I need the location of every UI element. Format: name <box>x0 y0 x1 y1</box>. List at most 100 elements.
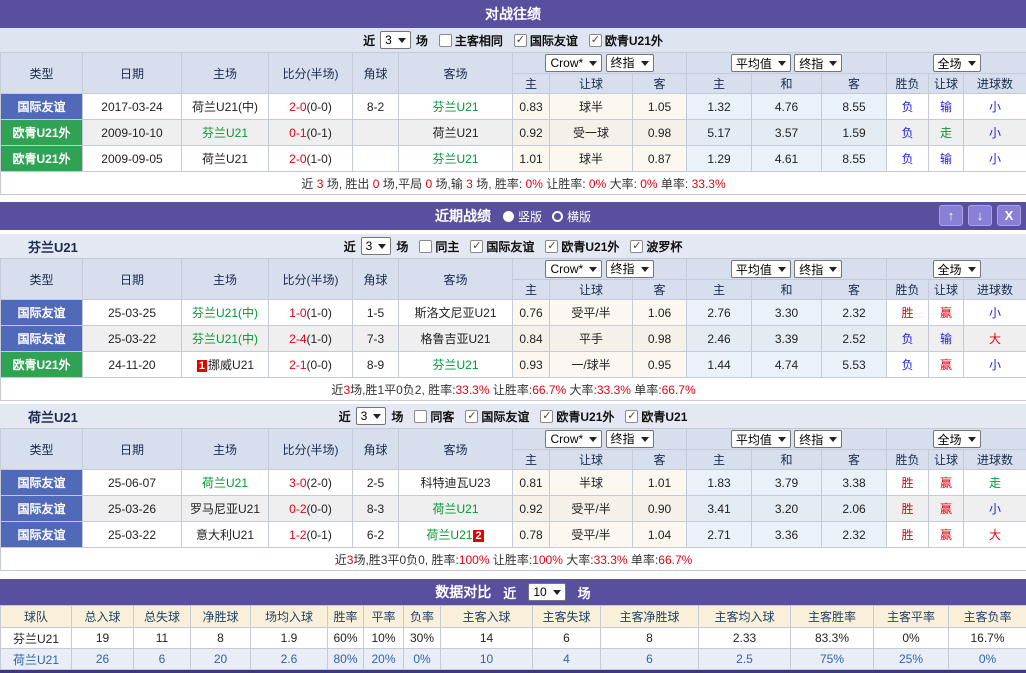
comparison-value-cell-2: 8 <box>191 628 251 649</box>
team1-filter-games-select[interactable]: 3 <box>356 407 387 425</box>
check-icon: ✓ <box>516 35 525 46</box>
team1-filter-checkbox-1-label: 国际友谊 <box>481 408 529 425</box>
h2h-filter-checkbox-0[interactable]: 主客相同 <box>439 32 503 49</box>
odds-away-cell: 1.05 <box>633 94 687 120</box>
away-team-name: 芬兰U21 <box>432 152 478 166</box>
team1-scope-select[interactable]: 全场 <box>933 430 981 448</box>
arrow-down-icon[interactable]: ↓ <box>968 205 992 226</box>
league-cell: 欧青U21外 <box>1 146 83 172</box>
halftime-score: (2-0) <box>307 476 332 490</box>
comparison-value-cell-9: 8 <box>601 628 699 649</box>
team0-filter-checkbox-0-box[interactable] <box>419 240 432 253</box>
h2h-filter-games-select[interactable]: 3 <box>380 31 411 49</box>
team0-header-group-row: 类型日期主场比分(半场)角球客场Crow* 终指平均值 终指全场 <box>1 259 1026 280</box>
summary-segment: 让胜率: <box>490 383 533 397</box>
team0-sub-header-7: 让球 <box>929 280 964 300</box>
comparison-games-select[interactable]: 10 <box>528 583 565 601</box>
league-cell: 国际友谊 <box>1 470 83 496</box>
team0-scope-select[interactable]: 全场 <box>933 260 981 278</box>
layout-radio-1[interactable]: 横版 <box>552 208 591 225</box>
h2h-filter-checkbox-0-box[interactable] <box>439 34 452 47</box>
fulltime-score: 2-0 <box>289 100 306 114</box>
comparison-value-cell-0: 19 <box>72 628 134 649</box>
team1-final-odds-select[interactable]: 终指 <box>606 430 654 448</box>
result-wdl-cell: 胜 <box>887 300 929 326</box>
rank-badge: 2 <box>473 530 483 542</box>
h2h-final-average-select[interactable]: 终指 <box>794 54 842 72</box>
window-buttons: ↑↓X <box>939 205 1021 226</box>
halftime-score: (0-1) <box>307 528 332 542</box>
team1-filter-checkbox-1[interactable]: ✓国际友谊 <box>465 408 529 425</box>
home-team-name: 芬兰U21(中) <box>192 332 258 346</box>
team1-average-select[interactable]: 平均值 <box>731 430 791 448</box>
close-icon[interactable]: X <box>997 205 1021 226</box>
corner-cell: 6-2 <box>353 522 399 548</box>
result-wdl-cell: 胜 <box>887 470 929 496</box>
h2h-scope-select[interactable]: 全场 <box>933 54 981 72</box>
result-value: 负 <box>902 152 914 166</box>
team0-final-odds-select[interactable]: 终指 <box>606 260 654 278</box>
h2h-average-select-value: 平均值 <box>736 55 772 72</box>
team0-average-select[interactable]: 平均值 <box>731 260 791 278</box>
h2h-filter-checkbox-1[interactable]: ✓国际友谊 <box>514 32 578 49</box>
team1-filter-checkbox-3[interactable]: ✓欧青U21 <box>625 408 687 425</box>
team1-filter-checkbox-0-box[interactable] <box>414 410 427 423</box>
result-value: 负 <box>902 100 914 114</box>
avg-away-cell: 8.55 <box>822 94 887 120</box>
h2h-filter-checkbox-2-box[interactable]: ✓ <box>589 34 602 47</box>
result-wdl-cell: 负 <box>887 326 929 352</box>
result-value: 胜 <box>902 306 914 320</box>
score-cell: 1-0(1-0) <box>269 300 353 326</box>
team0-filter-checkbox-3-box[interactable]: ✓ <box>630 240 643 253</box>
team0-filter-checkbox-1[interactable]: ✓国际友谊 <box>470 238 534 255</box>
team0-filter-checkbox-2-box[interactable]: ✓ <box>545 240 558 253</box>
team0-filter-checkbox-2[interactable]: ✓欧青U21外 <box>545 238 619 255</box>
h2h-final-odds-select[interactable]: 终指 <box>606 54 654 72</box>
h2h-bookmaker-select[interactable]: Crow* <box>545 54 602 72</box>
odds-line-cell: 球半 <box>550 94 633 120</box>
h2h-filter-checkbox-1-box[interactable]: ✓ <box>514 34 527 47</box>
team1-filter-checkbox-2[interactable]: ✓欧青U21外 <box>540 408 614 425</box>
team1-filter-checkbox-1-box[interactable]: ✓ <box>465 410 478 423</box>
result-value: 胜 <box>902 502 914 516</box>
comparison-value-cell-11: 75% <box>791 649 874 670</box>
corner-cell: 8-9 <box>353 352 399 378</box>
result-value: 大 <box>989 332 1001 346</box>
result-wdl-cell: 负 <box>887 146 929 172</box>
result-value: 大 <box>989 528 1001 542</box>
team1-filter-checkbox-3-box[interactable]: ✓ <box>625 410 638 423</box>
team1-filter-checkbox-2-box[interactable]: ✓ <box>540 410 553 423</box>
odds-line-cell: 受一球 <box>550 120 633 146</box>
team1-bookmaker-select[interactable]: Crow* <box>545 430 602 448</box>
team0-filter-checkbox-1-box[interactable]: ✓ <box>470 240 483 253</box>
team0-filter-checkbox-3[interactable]: ✓波罗杯 <box>630 238 682 255</box>
layout-radio-0[interactable]: 竖版 <box>503 208 542 225</box>
team0-filter-games-select[interactable]: 3 <box>361 237 392 255</box>
result-wdl-cell: 胜 <box>887 522 929 548</box>
check-icon: ✓ <box>627 411 636 422</box>
away-team-cell: 格鲁吉亚U21 <box>399 326 513 352</box>
fulltime-score: 1-0 <box>289 306 306 320</box>
h2h-table-container: 类型日期主场比分(半场)角球客场Crow* 终指平均值 终指全场主让球客主和客胜… <box>0 52 1026 195</box>
chevron-down-icon <box>968 437 976 446</box>
team0-sub-header-3: 主 <box>687 280 752 300</box>
h2h-filter-checkbox-2[interactable]: ✓欧青U21外 <box>589 32 663 49</box>
team1-filter-checkbox-0-label: 同客 <box>430 408 454 425</box>
score-cell: 2-0(0-0) <box>269 94 353 120</box>
date-cell: 25-03-22 <box>83 522 182 548</box>
arrow-up-icon[interactable]: ↑ <box>939 205 963 226</box>
summary-segment: 场, 胜出 <box>323 177 372 191</box>
radio-selected-icon[interactable] <box>503 211 514 222</box>
h2h-summary-row: 近 3 场, 胜出 0 场,平局 0 场,输 3 场, 胜率: 0% 让胜率: … <box>1 172 1026 195</box>
h2h-average-select[interactable]: 平均值 <box>731 54 791 72</box>
team0-filter-checkbox-0[interactable]: 同主 <box>419 238 459 255</box>
team1-filter-checkbox-0[interactable]: 同客 <box>414 408 454 425</box>
team1-col-header-2: 主场 <box>182 429 269 470</box>
team0-bookmaker-select[interactable]: Crow* <box>545 260 602 278</box>
date-cell: 2009-10-10 <box>83 120 182 146</box>
radio-unselected-icon[interactable] <box>552 211 563 222</box>
h2h-filter-unit-label: 场 <box>416 32 428 49</box>
comparison-col-header-5: 胜率 <box>328 606 364 628</box>
team1-final-average-select[interactable]: 终指 <box>794 430 842 448</box>
team0-final-average-select[interactable]: 终指 <box>794 260 842 278</box>
